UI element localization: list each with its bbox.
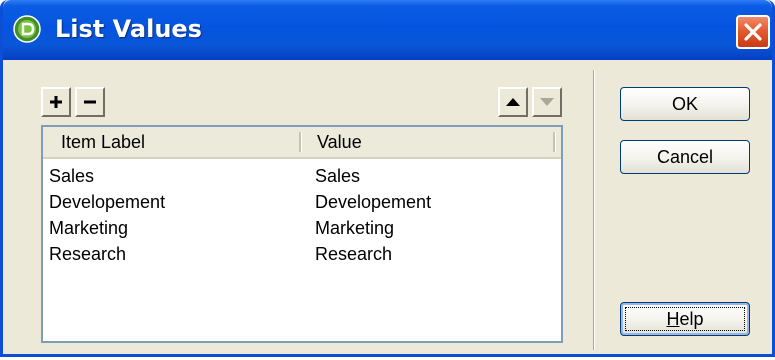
vertical-divider	[593, 70, 595, 350]
title-bar[interactable]: List Values	[3, 0, 772, 60]
ok-button[interactable]: OK	[620, 87, 750, 121]
item-value: Developement	[315, 192, 432, 212]
item-label: Developement	[49, 192, 166, 212]
list-values-dialog: List Values Item Label Value Sales Sales…	[0, 0, 775, 357]
list-item[interactable]: Developement Developement	[43, 189, 561, 215]
list-item[interactable]: Marketing Marketing	[43, 215, 561, 241]
item-value: Marketing	[315, 218, 395, 238]
item-label: Research	[49, 244, 127, 264]
minus-icon	[84, 100, 96, 104]
help-button[interactable]: Help	[620, 302, 750, 336]
move-down-button[interactable]	[532, 87, 562, 117]
item-value: Sales	[315, 166, 361, 186]
list-item[interactable]: Research Research	[43, 241, 561, 267]
column-header-value[interactable]: Value	[317, 127, 362, 157]
dreamweaver-icon	[13, 15, 41, 43]
cancel-button[interactable]: Cancel	[620, 140, 750, 174]
list-item[interactable]: Sales Sales	[43, 163, 561, 189]
remove-item-button[interactable]	[75, 87, 105, 117]
values-list[interactable]: Item Label Value Sales Sales Developemen…	[41, 125, 563, 343]
focus-ring	[625, 307, 745, 331]
list-header: Item Label Value	[43, 127, 561, 159]
arrow-down-icon	[540, 98, 554, 106]
arrow-up-icon	[506, 98, 520, 106]
move-up-button[interactable]	[498, 87, 528, 117]
window-title: List Values	[55, 15, 202, 43]
column-divider[interactable]	[553, 132, 556, 152]
close-button[interactable]	[736, 15, 770, 49]
column-divider[interactable]	[299, 132, 302, 152]
plus-icon	[50, 96, 62, 108]
column-header-item-label[interactable]: Item Label	[61, 127, 145, 157]
item-label: Marketing	[49, 218, 129, 238]
item-value: Research	[315, 244, 393, 264]
close-icon	[744, 23, 762, 41]
item-label: Sales	[49, 166, 95, 186]
add-item-button[interactable]	[41, 87, 71, 117]
dialog-body: Item Label Value Sales Sales Developemen…	[3, 60, 772, 354]
